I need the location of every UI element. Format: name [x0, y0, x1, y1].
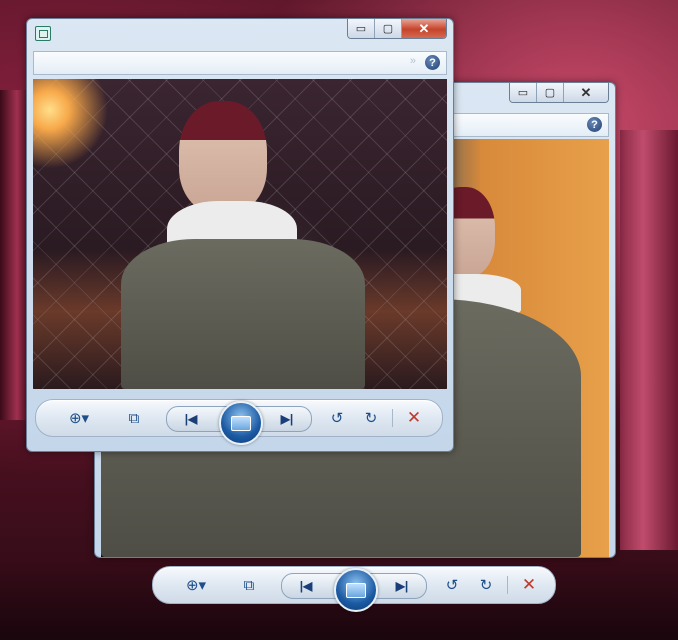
- previous-button[interactable]: |◀: [171, 407, 211, 431]
- close-button[interactable]: ✕: [402, 19, 446, 38]
- photo-viewer-icon: [35, 26, 51, 41]
- delete-button[interactable]: ✕: [402, 407, 426, 429]
- fit-window-icon: ⧉: [128, 409, 140, 427]
- viewer-toolbar-back: ⊕▾ ⧉ |◀ ▶| ↺ ↻ ✕: [152, 566, 556, 612]
- caption-buttons: ▭ ▢ ✕: [347, 19, 447, 39]
- title-bar[interactable]: ▭ ▢ ✕: [27, 19, 453, 47]
- viewer-toolbar-front: ⊕▾ ⧉ |◀ ▶| ↺ ↻ ✕: [35, 399, 443, 445]
- navigation-cluster: |◀ ▶|: [166, 401, 312, 445]
- delete-icon: ✕: [406, 408, 422, 427]
- help-icon[interactable]: ?: [587, 117, 602, 132]
- help-icon[interactable]: ?: [425, 55, 440, 70]
- next-button[interactable]: ▶|: [267, 407, 307, 431]
- minimize-button[interactable]: ▭: [510, 83, 537, 102]
- delete-icon: ✕: [521, 575, 537, 594]
- toolbar-separator: [392, 409, 393, 427]
- close-button[interactable]: ✕: [564, 83, 608, 102]
- caption-buttons: ▭ ▢ ✕: [509, 83, 609, 103]
- rotate-counterclockwise-button[interactable]: ↺: [326, 407, 348, 429]
- slideshow-button[interactable]: [219, 401, 263, 445]
- image-view-area: [33, 79, 447, 389]
- slideshow-icon: [346, 582, 366, 598]
- navigation-cluster: |◀ ▶|: [281, 568, 427, 612]
- previous-icon: |◀: [184, 412, 198, 426]
- rotate-cw-icon: ↻: [479, 577, 493, 594]
- next-icon: ▶|: [395, 579, 409, 593]
- next-icon: ▶|: [280, 412, 294, 426]
- maximize-button[interactable]: ▢: [375, 19, 402, 38]
- previous-icon: |◀: [299, 579, 313, 593]
- slideshow-button[interactable]: [334, 568, 378, 612]
- rotate-counterclockwise-button[interactable]: ↺: [441, 574, 463, 596]
- rotate-clockwise-button[interactable]: ↻: [475, 574, 497, 596]
- toolbar-separator: [507, 576, 508, 594]
- photo-subject-head: [179, 101, 267, 213]
- zoom-button[interactable]: ⊕▾: [179, 574, 213, 596]
- photo-viewer-window-front[interactable]: ▭ ▢ ✕ » ? ⊕▾ ⧉ |◀ ▶| ↺ ↻ ✕: [26, 18, 454, 452]
- next-button[interactable]: ▶|: [382, 574, 422, 598]
- slideshow-icon: [231, 415, 251, 431]
- rotate-cw-icon: ↻: [364, 410, 378, 427]
- zoom-icon: ⊕▾: [185, 577, 207, 594]
- actual-size-button[interactable]: ⧉: [122, 407, 146, 429]
- minimize-button[interactable]: ▭: [348, 19, 375, 38]
- rotate-ccw-icon: ↺: [330, 410, 344, 427]
- previous-button[interactable]: |◀: [286, 574, 326, 598]
- zoom-button[interactable]: ⊕▾: [62, 407, 96, 429]
- zoom-icon: ⊕▾: [68, 410, 90, 427]
- photo-subject-body: [121, 239, 365, 389]
- maximize-button[interactable]: ▢: [537, 83, 564, 102]
- rotate-clockwise-button[interactable]: ↻: [360, 407, 382, 429]
- fit-window-icon: ⧉: [243, 576, 255, 594]
- rotate-ccw-icon: ↺: [445, 577, 459, 594]
- desktop-neon-left: [0, 90, 28, 420]
- more-commands-icon[interactable]: »: [410, 55, 416, 67]
- desktop-neon-right: [620, 130, 678, 550]
- actual-size-button[interactable]: ⧉: [237, 574, 261, 596]
- command-bar: » ?: [33, 51, 447, 75]
- delete-button[interactable]: ✕: [517, 574, 541, 596]
